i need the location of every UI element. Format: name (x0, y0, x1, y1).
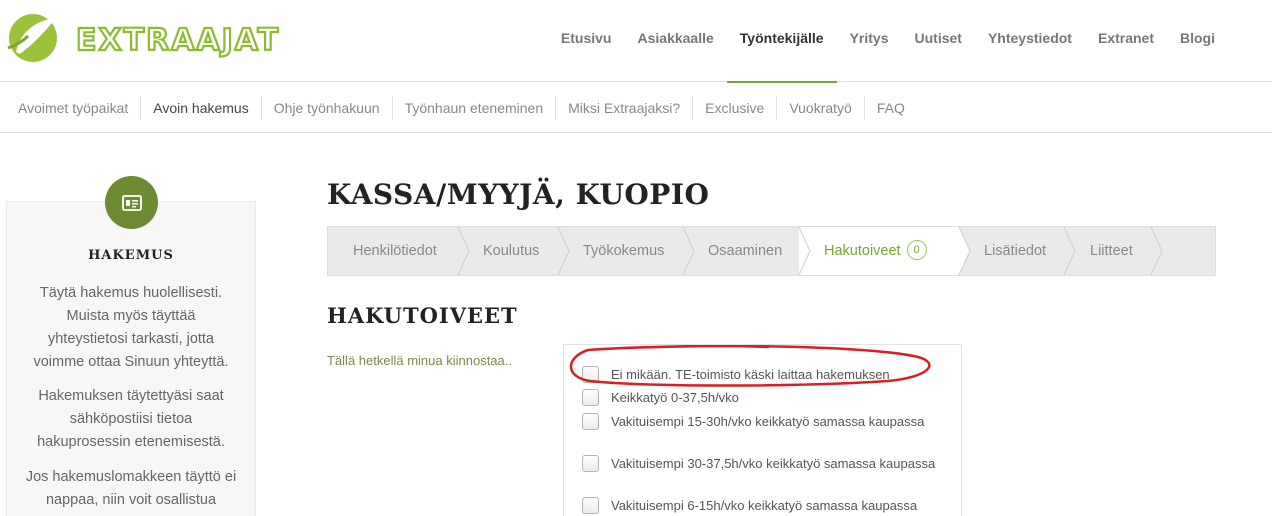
sidebar-panel: HAKEMUS Täytä hakemus huolellisesti. Mui… (6, 176, 256, 516)
section-title: HAKUTOIVEET (327, 303, 518, 328)
nav-item-6[interactable]: Extranet (1085, 0, 1167, 82)
option-label: Keikkatyö 0-37,5h/vko (611, 390, 739, 405)
step-chevron (457, 227, 470, 275)
sub-nav-item-0[interactable]: Avoimet työpaikat (6, 95, 142, 120)
step-chevron (1150, 227, 1163, 275)
active-step-arrow (959, 227, 970, 275)
step-chevron (798, 227, 811, 275)
step-chevron (1063, 227, 1076, 275)
form-steps: Henkilötiedot Koulutus Työkokemus Osaami… (327, 226, 1216, 276)
nav-item-3[interactable]: Yritys (837, 0, 902, 82)
nav-item-4[interactable]: Uutiset (902, 0, 975, 82)
sub-nav-item-6[interactable]: Vuokratyö (777, 95, 865, 120)
checkbox[interactable] (582, 455, 599, 472)
svg-text:EXTRAAJAT: EXTRAAJAT (76, 23, 280, 58)
sub-nav-item-5[interactable]: Exclusive (693, 95, 778, 120)
checkbox[interactable] (582, 413, 599, 430)
interest-label: Tällä hetkellä minua kiinnostaa.. (327, 353, 512, 368)
interest-options: Ei mikään. TE-toimisto käski laittaa hak… (563, 344, 962, 516)
sub-nav-item-7[interactable]: FAQ (865, 96, 917, 120)
sub-nav-item-4[interactable]: Miksi Extraajaksi? (556, 95, 694, 120)
checkbox[interactable] (582, 366, 599, 383)
nav-item-1[interactable]: Asiakkaalle (625, 0, 727, 82)
checkbox[interactable] (582, 497, 599, 514)
option-label: Vakituisempi 30-37,5h/vko keikkatyö sama… (611, 456, 936, 471)
step-chevron (682, 227, 695, 275)
sub-nav-item-3[interactable]: Työnhaun eteneminen (393, 95, 557, 120)
page-title: KASSA/MYYJÄ, KUOPIO (327, 178, 710, 211)
extraajat-logo[interactable]: EXTRAAJAT (6, 12, 336, 64)
step-separators (457, 227, 1163, 275)
nav-item-0[interactable]: Etusivu (548, 0, 625, 82)
id-card-icon (105, 176, 158, 229)
sub-navigation: Avoimet työpaikat Avoin hakemus Ohje työnh… (0, 83, 1272, 133)
sidebar-paragraph-3: Jos hakemuslomakkeen täyttö ei nappaa, n… (25, 469, 237, 508)
checkbox[interactable] (582, 389, 599, 406)
option-ei-mikaan[interactable]: Ei mikään. TE-toimisto käski laittaa hak… (582, 365, 942, 384)
option-vakituisempi-15-30[interactable]: Vakituisempi 15-30h/vko keikkatyö samass… (582, 412, 942, 431)
sidebar-paragraph-2: Hakemuksen täytettyäsi saat sähköpostiis… (37, 388, 225, 450)
option-label: Vakituisempi 15-30h/vko keikkatyö samass… (611, 414, 925, 429)
option-vakituisempi-6-15[interactable]: Vakituisempi 6-15h/vko keikkatyö samassa… (582, 496, 942, 515)
option-keikkatyo[interactable]: Keikkatyö 0-37,5h/vko (582, 388, 942, 407)
option-label: Vakituisempi 6-15h/vko keikkatyö samassa… (611, 498, 918, 513)
option-label: Ei mikään. TE-toimisto käski laittaa hak… (611, 367, 890, 382)
nav-item-7[interactable]: Blogi (1167, 0, 1228, 82)
sub-nav-item-1[interactable]: Avoin hakemus (141, 95, 262, 120)
site-header: EXTRAAJAT Etusivu Asiakkaalle Työntekijäll… (0, 0, 1272, 83)
step-chevron (557, 227, 570, 275)
nav-item-5[interactable]: Yhteystiedot (975, 0, 1085, 82)
sidebar-paragraph-1: Täytä hakemus huolellisesti. Muista myös… (33, 285, 229, 370)
nav-item-2[interactable]: Työntekijälle (726, 0, 837, 83)
sub-nav-item-2[interactable]: Ohje työnhakuun (262, 95, 393, 120)
option-vakituisempi-30-37[interactable]: Vakituisempi 30-37,5h/vko keikkatyö sama… (582, 454, 942, 473)
sidebar-title: HAKEMUS (88, 248, 174, 263)
main-navigation: Etusivu Asiakkaalle Työntekijälle Yritys Uut… (548, 0, 1228, 83)
